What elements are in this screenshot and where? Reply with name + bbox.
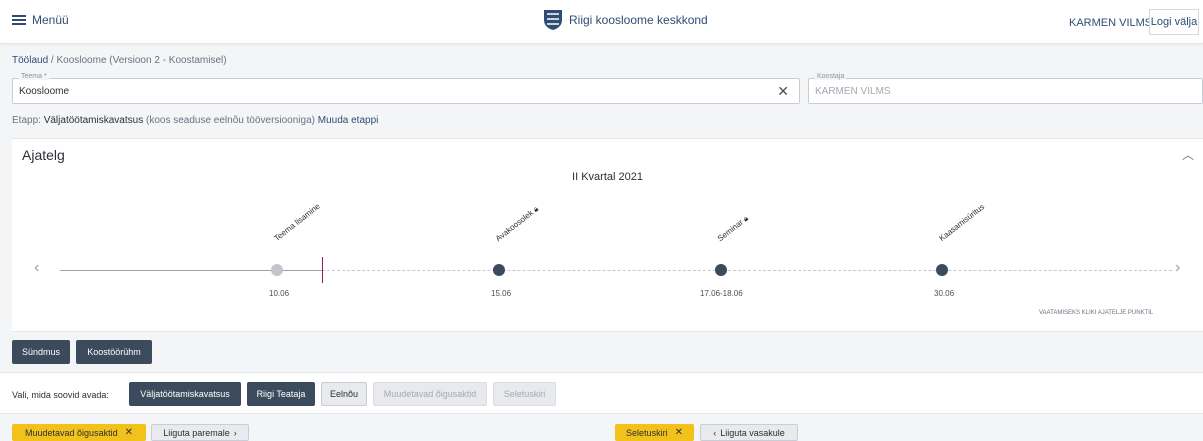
workgroup-button[interactable]: Koostöörühm [76,340,152,364]
timeline-event-label: Seminar 🔒︎ [716,214,751,244]
topic-field[interactable]: Teema * Koosloome ✕ [12,73,800,104]
close-icon[interactable]: ✕ [675,427,683,438]
move-left-label: Liiguta vasakule [720,427,785,438]
timeline-event-date: 17.06-18.06 [700,289,743,298]
event-label-text: Avakoosolek [493,208,536,244]
explanatory-note-tab-label: Seletuskiri [626,427,668,438]
open-amended-acts-button: Muudetavad õigusaktid [373,382,487,406]
compiler-field-label: Koostaja [815,73,847,80]
timeline-dot-seminar[interactable] [715,264,727,276]
change-stage-link[interactable]: Muuda etappi [318,115,379,126]
timeline-event-label: Avakoosolek 🔒︎ [494,204,541,244]
event-button[interactable]: Sündmus [12,340,70,364]
close-icon[interactable]: ✕ [125,427,133,438]
timeline-track-future [322,270,1172,271]
open-vtk-button[interactable]: Väljatöötamiskavatsus [129,382,241,406]
user-name[interactable]: KARMEN VILMS [1069,17,1152,29]
chevron-right-icon: › [233,427,237,438]
coat-of-arms-icon [544,10,562,30]
timeline-title: Ajatelg [22,147,65,163]
open-selector: Vali, mida soovid avada: Väljatöötamiska… [0,372,1203,414]
timeline-event-label: Teema lisamine [272,202,321,243]
breadcrumb-version: (Versioon 2 - Koostamisel) [109,55,227,66]
hamburger-icon [12,15,26,25]
topic-field-label: Teema * [19,73,49,80]
menu-button[interactable]: Menüü [12,13,69,27]
compiler-field-value: KARMEN VILMS [815,86,891,97]
stage-note: (koos seaduse eelnõu tööversiooniga) [145,115,315,126]
lock-icon: 🔒︎ [531,204,541,214]
stage-name: Väljatöötamiskavatsus [43,115,144,126]
amended-acts-tab[interactable]: Muudetavad õigusaktid ✕ [12,424,146,441]
event-label-text: Seminar [715,217,745,244]
timeline-dot-engagement[interactable] [936,264,948,276]
clear-icon[interactable]: ✕ [777,83,789,100]
timeline-quarter: II Kvartal 2021 [572,171,643,183]
timeline-event-date: 30.06 [934,289,955,298]
top-bar: Menüü Riigi koosloome keskkond KARMEN VI… [0,0,1203,44]
chevron-left-icon: ‹ [713,427,717,438]
timeline-event-date: 10.06 [269,289,290,298]
today-marker [322,257,323,283]
move-right-button[interactable]: Liiguta paremale › [151,424,249,441]
open-draft-button[interactable]: Eelnõu [321,382,367,406]
timeline-panel: Ajatelg ︿ II Kvartal 2021 ‹ › Teema lisa… [12,138,1203,332]
breadcrumb: Töölaud / Koosloome (Versioon 2 - Koosta… [12,55,227,66]
event-label-text: Kaasamisüritus [937,202,987,243]
brand[interactable]: Riigi koosloome keskkond [543,9,708,31]
event-label-text: Teema lisamine [272,201,322,243]
explanatory-note-tab[interactable]: Seletuskiri ✕ [615,424,694,441]
move-left-button[interactable]: ‹ Liiguta vasakule [700,424,798,441]
timeline-dot-kickoff[interactable] [493,264,505,276]
timeline-dot-topic-added[interactable] [271,264,283,276]
menu-label: Menüü [32,13,69,27]
logout-button[interactable]: Logi välja [1149,9,1199,35]
breadcrumb-separator: / [50,55,54,66]
open-selector-label: Vali, mida soovid avada: [12,390,109,400]
timeline-event-date: 15.06 [491,289,512,298]
chevron-right-icon[interactable]: › [1175,259,1180,277]
stage-prefix: Etapp: [12,115,41,126]
compiler-field: Koostaja KARMEN VILMS [808,73,1203,104]
lock-icon: 🔒︎ [741,213,750,224]
breadcrumb-home-link[interactable]: Töölaud [12,55,48,66]
amended-acts-tab-label: Muudetavad õigusaktid [25,427,118,438]
topic-field-value: Koosloome [19,86,70,97]
chevron-left-icon[interactable]: ‹ [34,259,39,277]
open-riigi-teataja-button[interactable]: Riigi Teataja [247,382,315,406]
document-tabs-bar: Muudetavad õigusaktid ✕ Liiguta paremale… [0,420,1203,441]
timeline-event-label: Kaasamisüritus [937,202,986,243]
timeline-hint: VAATAMISEKS KLIKI AJATELJE PUNKTIL [1039,310,1154,316]
chevron-up-icon[interactable]: ︿ [1182,146,1194,163]
brand-title: Riigi koosloome keskkond [569,13,708,27]
stage-line: Etapp: Väljatöötamiskavatsus (koos seadu… [12,115,378,126]
move-right-label: Liiguta paremale [163,427,230,438]
breadcrumb-current: Koosloome [56,55,107,66]
open-explanatory-note-button: Seletuskiri [493,382,556,406]
